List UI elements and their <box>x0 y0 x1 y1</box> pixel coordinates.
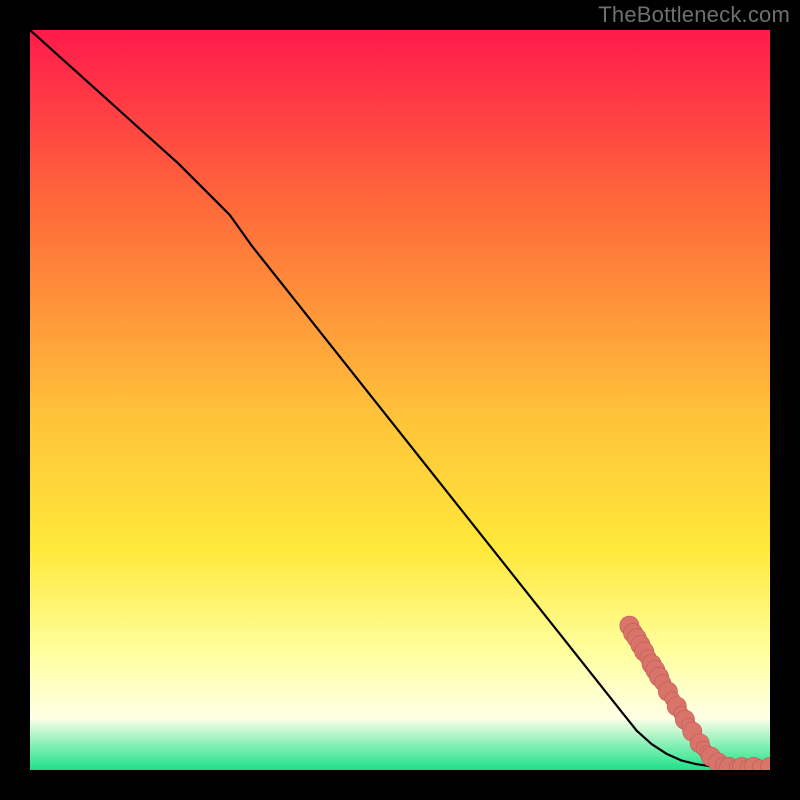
chart-frame: TheBottleneck.com <box>0 0 800 800</box>
watermark-label: TheBottleneck.com <box>598 2 790 28</box>
plot-area <box>30 30 770 770</box>
plot-svg <box>30 30 770 770</box>
